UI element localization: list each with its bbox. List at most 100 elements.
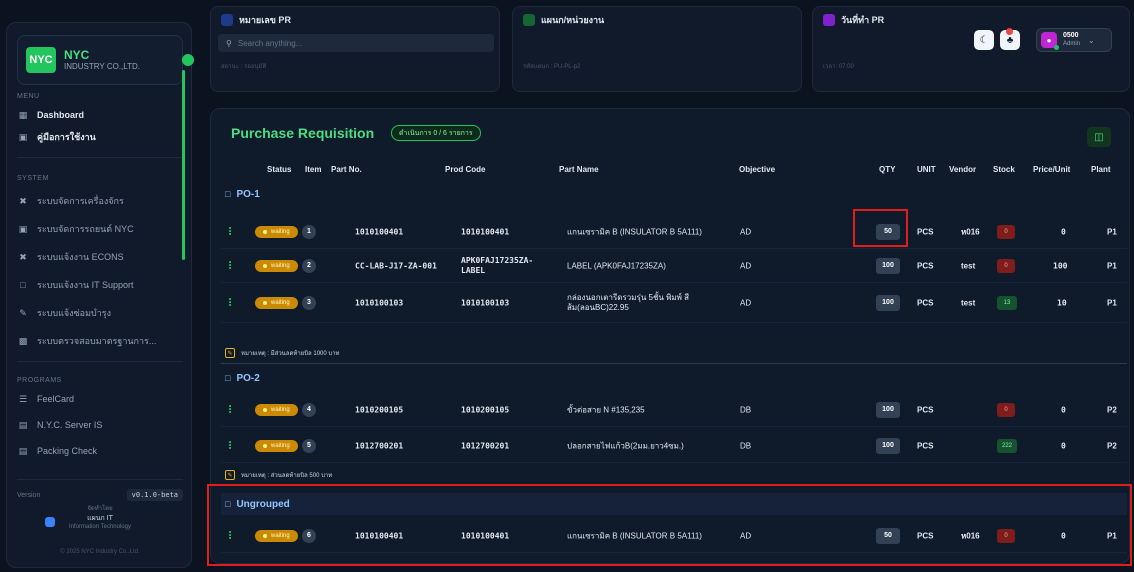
copyright: © 2025 NYC Industry Co.,Ltd. [60,549,140,555]
wrench-icon: ✎ [19,307,27,318]
row-menu-icon[interactable]: ⋮ [225,297,235,308]
user-icon: ● [1046,35,1052,45]
version-label: Version [17,491,41,499]
price-unit: 0 [1061,227,1066,236]
sidebar-toggle-button[interactable] [182,54,194,66]
col-part-no: Part No. [331,165,362,174]
vendor: test [961,261,976,270]
user-menu[interactable]: ● 0500 Admin ⌄ [1036,28,1112,52]
sidebar-scrollbar[interactable] [182,70,185,260]
sidebar-item-standard-check[interactable]: ▩ ระบบตรวจสอบมาตรฐานการ... [17,331,183,351]
version-row: Version v0.1.0-beta [17,489,183,501]
search-placeholder: Search anything... [237,38,303,48]
price-unit: 0 [1061,441,1066,450]
col-status: Status [267,165,292,174]
sidebar-item-dashboard[interactable]: ▦ Dashboard [17,105,183,125]
sidebar-item-it-support[interactable]: □ ระบบแจ้งงาน IT Support [17,275,183,295]
part-no: 1010100103 [355,298,404,307]
col-prod-code: Prod Code [445,165,486,174]
chevron-down-icon: ⌄ [1088,35,1095,45]
group-divider [221,363,1127,364]
prod-code: 1010100401 [461,227,510,236]
part-name: แกนเซรามิค B (INSULATOR B 5A111) [567,227,702,236]
part-name: ขั้วต่อสาย N #135,235 [567,405,645,414]
sidebar-item-manual[interactable]: ▣ คู่มือการใช้งาน [17,127,183,147]
brand-subtitle: INDUSTRY CO.,LTD. [64,61,141,71]
folder-icon: □ [225,189,231,199]
col-stock: Stock [993,165,1015,174]
sidebar-item-maintenance[interactable]: ✎ ระบบแจ้งซ่อมบำรุง [17,303,183,323]
table-row[interactable]: ⋮ waiting 1 1010100401 1010100401 แกนเซร… [221,215,1127,249]
prod-code: 1010100103 [461,298,510,307]
stock-badge: 0 [997,402,1015,417]
qty-value[interactable]: 100 [876,437,900,454]
col-qty: QTY [879,165,896,174]
brand[interactable]: NYC NYC INDUSTRY CO.,LTD. [17,35,183,85]
qty-value[interactable]: 100 [876,401,900,418]
vendor: ห016 [961,227,980,236]
unit: PCS [917,261,934,270]
hierarchy-icon: ◫ [1094,131,1104,143]
book-icon: ▣ [18,131,28,142]
group-name: PO-2 [236,372,260,384]
theme-toggle-button[interactable]: ☾ [974,30,994,50]
group-header-po2[interactable]: □ PO-2 [221,367,1127,389]
note-text: หมายเหตุ : ส่วนลดท้ายบิล 500 บาท [241,473,333,479]
objective: AD [740,298,752,307]
part-no: 1010100401 [355,227,404,236]
stock-badge: 13 [997,295,1017,310]
qty-value[interactable]: 100 [876,257,900,274]
search-icon: ⚲ [226,38,232,48]
sidebar-item-server[interactable]: ▤ N.Y.C. Server IS [17,415,183,435]
sidebar-item-label: N.Y.C. Server IS [37,420,103,430]
it-logo-icon [45,517,55,527]
credit-label: จัดทำโดย [87,506,113,512]
part-no: CC-LAB-J17-ZA-001 [355,261,437,270]
table-row[interactable]: ⋮ waiting 3 1010100103 1010100103 กล่องน… [221,283,1127,323]
stock-badge: 0 [997,224,1015,239]
col-vendor: Vendor [949,165,977,174]
group-name: PO-1 [236,188,260,200]
group-header-po1[interactable]: □ PO-1 [221,183,1127,205]
group-note: ✎ หมายเหตุ : ส่วนลดท้ายบิล 500 บาท [221,467,1127,483]
row-menu-icon[interactable]: ⋮ [225,260,235,271]
unit: PCS [917,405,934,414]
group-note: ✎ หมายเหตุ : มีส่วนลดท้ายบิล 1000 บาท [221,345,1127,361]
table-row[interactable]: ⋮ waiting 5 1012700201 1012700201 ปลอกสา… [221,429,1127,463]
sidebar-item-econs[interactable]: ✖ ระบบแจ้งงาน ECONS [17,247,183,267]
system-section-label: SYSTEM [17,175,49,182]
plant: P1 [1107,261,1117,270]
item-number: 2 [302,258,316,273]
sidebar-item-machine[interactable]: ✖ ระบบจัดการเครื่องจักร [17,191,183,211]
folder-icon: □ [225,373,231,383]
search-input[interactable]: ⚲ Search anything... [218,34,494,52]
note-icon: ✎ [225,470,235,480]
row-menu-icon[interactable]: ⋮ [225,226,235,237]
unit: PCS [917,441,934,450]
col-price: Price/Unit [1033,165,1071,174]
col-objective: Objective [739,165,776,174]
price-unit: 100 [1053,261,1068,270]
grid-icon: ▦ [18,109,28,120]
table-row[interactable]: ⋮ waiting 2 CC-LAB-J17-ZA-001 APK0FAJ172… [221,249,1127,283]
group-toggle-button[interactable]: ◫ [1087,127,1111,147]
sidebar-item-car[interactable]: ▣ ระบบจัดการรถยนต์ NYC [17,219,183,239]
row-menu-icon[interactable]: ⋮ [225,404,235,415]
part-no: 1012700201 [355,441,404,450]
prod-code: APK0FAJ17235ZA-LABEL [461,255,534,275]
department-icon [523,14,535,26]
pr-date-title: วันที่ทำ PR [841,15,885,25]
table-header: Status Item Part No. Prod Code Part Name… [211,163,1129,179]
card-icon: ☰ [18,393,28,404]
objective: DB [740,441,752,450]
tools-icon: ✖ [19,251,27,262]
qty-value[interactable]: 100 [876,294,900,311]
sidebar-item-feelcard[interactable]: ☰ FeelCard [17,389,183,409]
price-unit: 10 [1057,298,1067,307]
sidebar-item-packing[interactable]: ▤ Packing Check [17,441,183,461]
user-code: 0500 [1063,32,1079,39]
table-row[interactable]: ⋮ waiting 4 1010200105 1010200105 ขั้วต่… [221,393,1127,427]
highlight-box-ungrouped [207,484,1132,566]
row-menu-icon[interactable]: ⋮ [225,440,235,451]
sidebar-item-label: Dashboard [37,110,85,120]
